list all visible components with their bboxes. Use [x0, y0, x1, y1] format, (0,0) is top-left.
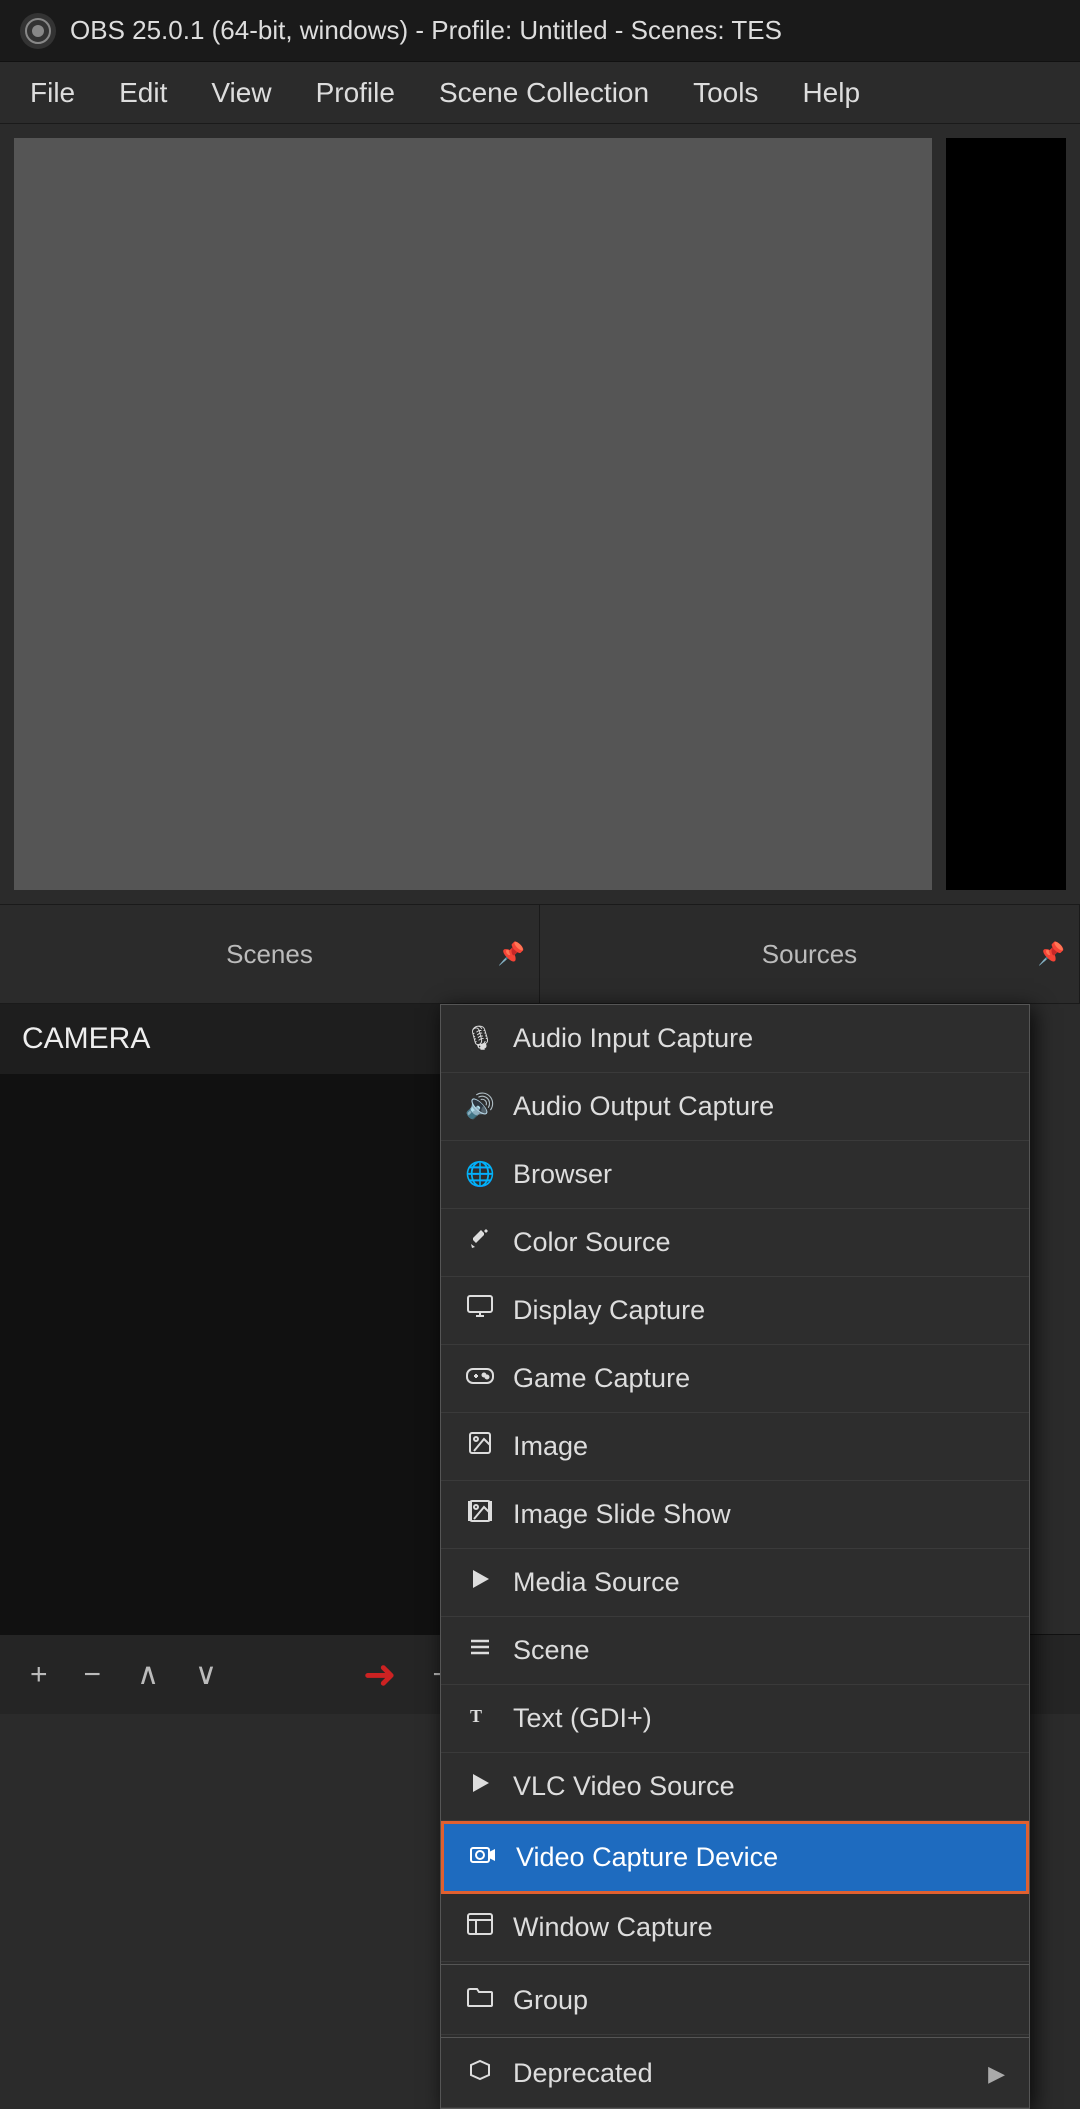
lower-area: CAMERA 🎙 Audio Input Capture 🔊 Audio Out…: [0, 1004, 1080, 1714]
ctx-label-image: Image: [513, 1431, 588, 1462]
ctx-display-capture[interactable]: Display Capture: [441, 1277, 1029, 1345]
sources-pin-icon: 📌: [1038, 941, 1065, 967]
play2-icon: [465, 1772, 495, 1801]
ctx-divider-2: [441, 2037, 1029, 2038]
ctx-vlc-video-source[interactable]: VLC Video Source: [441, 1753, 1029, 1821]
ctx-label-browser: Browser: [513, 1159, 612, 1190]
ctx-label-group: Group: [513, 1985, 588, 2016]
ctx-label-audio-output-capture: Audio Output Capture: [513, 1091, 774, 1122]
add-scene-button[interactable]: +: [20, 1652, 58, 1698]
ctx-label-color-source: Color Source: [513, 1227, 671, 1258]
ctx-label-window-capture: Window Capture: [513, 1912, 713, 1943]
ctx-scene[interactable]: Scene: [441, 1617, 1029, 1685]
ctx-color-source[interactable]: Color Source: [441, 1209, 1029, 1277]
title-bar: OBS 25.0.1 (64-bit, windows) - Profile: …: [0, 0, 1080, 62]
menu-profile[interactable]: Profile: [296, 67, 415, 119]
scenes-content: [0, 1074, 459, 1664]
ctx-label-image-slide-show: Image Slide Show: [513, 1499, 731, 1530]
ctx-divider: [441, 1964, 1029, 1965]
ctx-game-capture[interactable]: Game Capture: [441, 1345, 1029, 1413]
gamepad-icon: [465, 1365, 495, 1393]
deprecated-arrow-icon: ▶: [988, 2061, 1005, 2087]
ctx-label-vlc-video-source: VLC Video Source: [513, 1771, 735, 1802]
menu-file[interactable]: File: [10, 67, 95, 119]
panels-row: Scenes 📌 Sources 📌: [0, 904, 1080, 1004]
scenes-panel-header: Scenes 📌: [0, 905, 540, 1003]
ctx-audio-input-capture[interactable]: 🎙 Audio Input Capture: [441, 1005, 1029, 1073]
ctx-group[interactable]: Group: [441, 1967, 1029, 2035]
scenes-panel: CAMERA: [0, 1004, 460, 1714]
ctx-label-display-capture: Display Capture: [513, 1295, 705, 1326]
deprecated-icon: [465, 2059, 495, 2088]
menu-help[interactable]: Help: [782, 67, 880, 119]
move-scene-down-button[interactable]: ∨: [185, 1651, 227, 1698]
ctx-label-video-capture-device: Video Capture Device: [516, 1842, 778, 1873]
window-title: OBS 25.0.1 (64-bit, windows) - Profile: …: [70, 15, 782, 46]
preview-main: [14, 138, 932, 890]
menu-edit[interactable]: Edit: [99, 67, 187, 119]
menu-bar: File Edit View Profile Scene Collection …: [0, 62, 1080, 124]
menu-tools[interactable]: Tools: [673, 67, 778, 119]
globe-icon: 🌐: [465, 1160, 495, 1189]
obs-logo: [20, 13, 56, 49]
ctx-image[interactable]: Image: [441, 1413, 1029, 1481]
ctx-video-capture-device[interactable]: Video Capture Device: [441, 1821, 1029, 1894]
play-icon: [465, 1568, 495, 1597]
ctx-deprecated[interactable]: Deprecated ▶: [441, 2040, 1029, 2108]
speaker-icon: 🔊: [465, 1092, 495, 1121]
scenes-label: Scenes: [226, 939, 313, 970]
svg-text:T: T: [470, 1706, 482, 1726]
ctx-label-audio-input-capture: Audio Input Capture: [513, 1023, 753, 1054]
sources-label: Sources: [762, 939, 857, 970]
remove-scene-button[interactable]: −: [74, 1652, 112, 1698]
ctx-image-slide-show[interactable]: Image Slide Show: [441, 1481, 1029, 1549]
text-icon: T: [465, 1704, 495, 1733]
mic-icon: 🎙: [465, 1024, 495, 1053]
sources-panel-header: Sources 📌: [540, 905, 1080, 1003]
ctx-text-gdi[interactable]: T Text (GDI+): [441, 1685, 1029, 1753]
scene-item-camera[interactable]: CAMERA: [0, 1004, 459, 1074]
menu-view[interactable]: View: [191, 67, 291, 119]
window-icon: [465, 1913, 495, 1942]
ctx-label-media-source: Media Source: [513, 1567, 680, 1598]
context-menu: 🎙 Audio Input Capture 🔊 Audio Output Cap…: [440, 1004, 1030, 2109]
move-scene-up-button[interactable]: ∧: [127, 1651, 169, 1698]
ctx-audio-output-capture[interactable]: 🔊 Audio Output Capture: [441, 1073, 1029, 1141]
ctx-label-deprecated: Deprecated: [513, 2058, 653, 2089]
ctx-media-source[interactable]: Media Source: [441, 1549, 1029, 1617]
list-icon: [465, 1636, 495, 1665]
ctx-label-game-capture: Game Capture: [513, 1363, 690, 1394]
ctx-browser[interactable]: 🌐 Browser: [441, 1141, 1029, 1209]
image-icon: [465, 1431, 495, 1462]
camera-icon: [468, 1843, 498, 1872]
scenes-pin-icon: 📌: [498, 941, 525, 967]
ctx-window-capture[interactable]: Window Capture: [441, 1894, 1029, 1962]
monitor-icon: [465, 1295, 495, 1326]
slideshow-icon: [465, 1499, 495, 1530]
menu-scene-collection[interactable]: Scene Collection: [419, 67, 669, 119]
ctx-label-text-gdi: Text (GDI+): [513, 1703, 652, 1734]
paint-icon: [465, 1227, 495, 1258]
preview-area: [0, 124, 1080, 904]
ctx-label-scene: Scene: [513, 1635, 590, 1666]
preview-side: [946, 138, 1066, 890]
red-arrow-icon: ➜: [363, 1652, 397, 1698]
folder-icon: [465, 1986, 495, 2015]
